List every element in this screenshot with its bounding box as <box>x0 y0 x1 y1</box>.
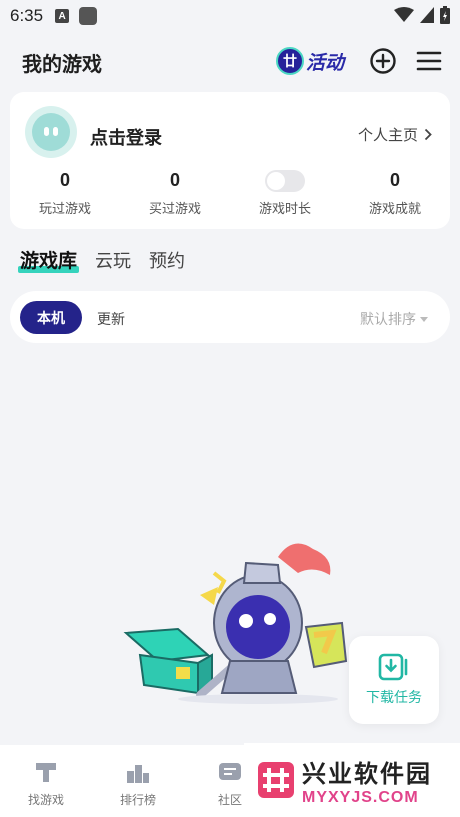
status-bar: 6:35 A <box>0 0 460 32</box>
status-indicators <box>394 6 450 24</box>
stat-label: 游戏时长 <box>258 201 311 216</box>
activity-icon: 廿 <box>275 47 304 75</box>
watermark: 兴业软件园 MYXYJS.COM <box>244 743 460 817</box>
download-icon <box>378 653 408 681</box>
app-notification-icon: A <box>55 9 70 23</box>
nav-label: 社区 <box>217 792 242 807</box>
podium-icon <box>127 764 149 783</box>
wifi-icon <box>394 7 414 22</box>
tab-reservations[interactable]: 预约 <box>149 247 185 273</box>
activity-label: 活动 <box>305 52 344 74</box>
watermark-text: 兴业软件园 MYXYJS.COM <box>302 754 432 807</box>
stat-achievements[interactable]: 0 游戏成就 <box>340 170 450 217</box>
stats-row: 0 玩过游戏 0 买过游戏 游戏时长 0 游戏成就 <box>10 170 450 217</box>
watermark-name: 兴业软件园 <box>302 760 432 788</box>
play-time-toggle[interactable] <box>265 170 305 192</box>
avatar-face-icon <box>32 113 70 151</box>
nav-rankings[interactable]: 排行榜 <box>92 745 184 817</box>
profile-homepage-link[interactable]: 个人主页 <box>358 124 432 145</box>
stat-value: 0 <box>169 170 180 190</box>
profile-link-label: 个人主页 <box>357 127 418 144</box>
watermark-url: MYXYJS.COM <box>302 788 419 806</box>
header-actions: 廿 活动 <box>272 44 444 78</box>
stat-label: 玩过游戏 <box>38 201 91 216</box>
filter-bar: 本机 更新 默认排序 <box>10 291 450 343</box>
watermark-logo-icon <box>258 762 294 798</box>
nav-find-games[interactable]: 找游戏 <box>0 745 92 817</box>
library-tabs: 游戏库 云玩 预约 <box>17 246 185 273</box>
status-time: 6:35 <box>10 6 44 25</box>
profile-card: 点击登录 个人主页 0 玩过游戏 0 买过游戏 游戏时长 0 游戏成就 <box>10 92 450 229</box>
download-tasks-label: 下载任务 <box>366 689 422 705</box>
caret-down-icon <box>420 316 428 322</box>
top-header: 我的游戏 廿 活动 <box>0 40 460 84</box>
chevron-right-icon <box>424 128 432 141</box>
stat-played-games[interactable]: 0 玩过游戏 <box>10 170 120 217</box>
login-button[interactable]: 点击登录 <box>90 124 162 150</box>
add-button[interactable] <box>368 46 398 76</box>
stat-bought-games[interactable]: 0 买过游戏 <box>120 170 230 217</box>
tab-game-library[interactable]: 游戏库 <box>17 246 80 273</box>
activity-button[interactable]: 廿 活动 <box>272 44 352 78</box>
page-title: 我的游戏 <box>22 53 102 76</box>
battery-icon <box>440 6 450 24</box>
stat-label: 游戏成就 <box>368 201 421 216</box>
signal-icon <box>420 7 434 23</box>
stat-value: 0 <box>59 170 70 190</box>
app-square-icon <box>79 7 98 25</box>
stat-play-time[interactable]: 游戏时长 <box>230 170 340 217</box>
chat-icon <box>219 762 241 780</box>
chip-local[interactable]: 本机 <box>20 301 82 334</box>
sort-label: 默认排序 <box>360 311 416 327</box>
hamburger-menu-icon <box>416 51 442 71</box>
nav-label: 找游戏 <box>27 792 64 807</box>
chip-update[interactable]: 更新 <box>97 309 125 329</box>
empty-state-knight-illustration <box>123 543 348 704</box>
stat-label: 买过游戏 <box>148 201 201 216</box>
hammer-icon <box>36 762 56 782</box>
nav-label: 排行榜 <box>119 792 156 807</box>
plus-circle-icon <box>370 48 396 74</box>
stat-value: 0 <box>389 170 400 190</box>
menu-button[interactable] <box>414 46 444 76</box>
tab-cloud-play[interactable]: 云玩 <box>95 247 131 273</box>
sort-dropdown[interactable]: 默认排序 <box>360 309 428 329</box>
avatar[interactable] <box>25 106 77 158</box>
download-tasks-button[interactable]: 下载任务 <box>349 636 439 724</box>
